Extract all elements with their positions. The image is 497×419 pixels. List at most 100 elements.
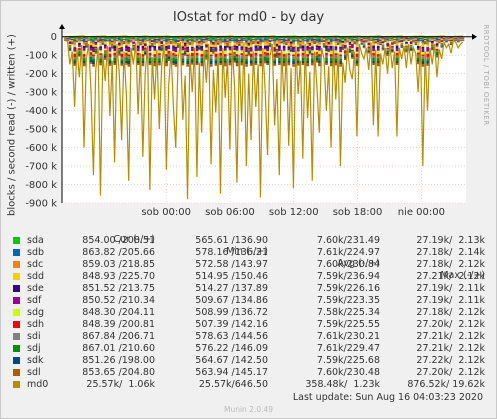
disk-band-segment	[339, 58, 342, 61]
disk-band-segment	[127, 58, 131, 61]
disk-band-segment	[209, 64, 213, 67]
disk-band-segment	[381, 42, 385, 44]
legend-avg: 7.59k/236.94	[316, 271, 380, 282]
disk-band-segment	[71, 39, 74, 40]
disk-band-segment	[256, 47, 260, 49]
disk-band-segment	[336, 39, 340, 41]
disk-band-segment	[228, 50, 232, 54]
disk-band-segment	[158, 41, 161, 44]
legend-max: 27.19k/ 2.13k	[416, 235, 485, 246]
disk-band-segment	[216, 41, 220, 43]
disk-band-segment	[428, 37, 432, 39]
disk-band-segment	[400, 37, 404, 39]
disk-band-segment	[82, 48, 86, 51]
disk-band-segment	[132, 39, 135, 41]
disk-band-segment	[101, 39, 105, 41]
disk-band-segment	[108, 51, 112, 54]
disk-band-segment	[216, 39, 220, 41]
disk-band-segment	[367, 46, 371, 49]
disk-band-segment	[82, 62, 86, 67]
disk-band-segment	[275, 54, 279, 56]
disk-band-segment	[292, 39, 295, 43]
legend-max: 27.21k/ 2.12k	[416, 343, 485, 354]
disk-band-segment	[120, 47, 124, 49]
disk-band-segment	[209, 56, 213, 59]
disk-band-segment	[435, 46, 439, 49]
legend-name: sdd	[27, 271, 45, 282]
disk-band-segment	[148, 48, 152, 52]
disk-band-segment	[231, 40, 234, 41]
disk-band-segment	[167, 55, 171, 57]
disk-band-segment	[129, 41, 133, 43]
disk-band-segment	[438, 42, 441, 43]
legend-cur: 850.52 /210.34	[82, 295, 155, 306]
disk-band-segment	[92, 58, 95, 61]
disk-band-segment	[195, 43, 199, 46]
disk-band-segment	[73, 39, 77, 42]
disk-band-segment	[85, 44, 88, 46]
disk-band-segment	[266, 57, 269, 61]
disk-band-segment	[365, 41, 368, 43]
disk-band-segment	[292, 46, 295, 49]
disk-band-segment	[452, 37, 455, 39]
disk-band-segment	[395, 43, 399, 46]
disk-band-segment	[125, 45, 128, 49]
disk-band-segment	[285, 41, 288, 43]
disk-band-segment	[89, 43, 93, 46]
disk-band-segment	[278, 45, 281, 49]
disk-band-segment	[158, 60, 161, 63]
disk-band-segment	[278, 52, 281, 56]
disk-band-segment	[372, 55, 375, 58]
disk-band-segment	[136, 55, 140, 58]
disk-band-segment	[280, 41, 284, 42]
disk-band-segment	[172, 40, 175, 44]
y-tick-label: -500 k	[25, 125, 57, 136]
disk-band-segment	[339, 54, 342, 57]
disk-band-segment	[268, 43, 272, 45]
disk-band-segment	[299, 44, 302, 46]
disk-band-segment	[136, 57, 140, 61]
disk-band-segment	[242, 38, 246, 39]
disk-band-segment	[282, 62, 286, 67]
disk-band-segment	[318, 41, 321, 45]
disk-band-segment	[165, 48, 168, 51]
disk-band-segment	[266, 52, 269, 56]
disk-band-segment	[412, 38, 415, 40]
disk-band-segment	[89, 45, 93, 49]
disk-band-segment	[136, 52, 140, 56]
disk-band-segment	[308, 38, 312, 40]
disk-band-segment	[238, 43, 241, 45]
disk-band-segment	[400, 44, 404, 47]
disk-band-segment	[233, 60, 237, 63]
disk-band-segment	[299, 39, 302, 41]
disk-band-segment	[334, 55, 338, 59]
disk-band-segment	[358, 39, 361, 41]
disk-band-segment	[188, 39, 192, 41]
legend-swatch	[13, 381, 20, 388]
disk-band-segment	[120, 48, 124, 52]
disk-band-segment	[148, 63, 152, 65]
disk-band-segment	[379, 43, 382, 45]
disk-band-segment	[158, 50, 161, 54]
disk-band-segment	[386, 48, 389, 50]
disk-band-segment	[381, 49, 385, 51]
disk-band-segment	[327, 50, 331, 53]
disk-band-segment	[346, 40, 349, 41]
disk-band-segment	[165, 56, 168, 59]
disk-band-segment	[118, 44, 121, 46]
disk-band-segment	[165, 62, 168, 67]
disk-band-segment	[318, 62, 321, 67]
disk-band-segment	[256, 41, 260, 43]
disk-band-segment	[386, 49, 389, 51]
disk-band-segment	[405, 46, 408, 49]
disk-band-segment	[249, 56, 253, 60]
disk-band-segment	[322, 39, 326, 41]
disk-band-segment	[336, 41, 340, 43]
disk-band-segment	[195, 39, 199, 41]
disk-band-segment	[120, 41, 124, 45]
disk-band-segment	[334, 38, 338, 42]
disk-band-segment	[327, 40, 331, 42]
disk-band-segment	[308, 44, 312, 46]
disk-band-segment	[92, 43, 95, 47]
disk-band-segment	[287, 46, 291, 49]
